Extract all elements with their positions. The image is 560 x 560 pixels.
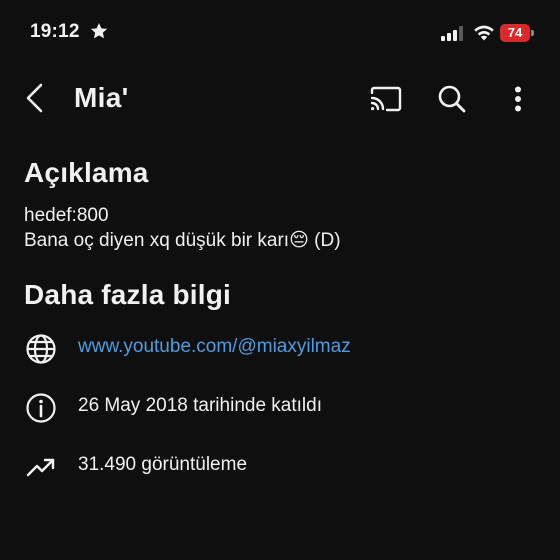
description-line: Bana oç diyen xq düşük bir karı😔 (D) <box>24 230 341 251</box>
trending-icon <box>24 450 58 484</box>
status-bar: 19:12 74 <box>0 0 560 66</box>
info-row-link: www.youtube.com/@miaxyilmaz <box>0 328 560 368</box>
cast-button[interactable] <box>366 84 406 114</box>
description-line: hedef:800 <box>24 205 109 226</box>
search-button[interactable] <box>434 82 470 116</box>
globe-icon <box>24 332 58 366</box>
search-icon <box>438 85 466 113</box>
battery-icon: 74 <box>500 24 535 42</box>
back-arrow-icon <box>26 83 43 113</box>
back-button[interactable] <box>18 80 52 116</box>
channel-link[interactable]: www.youtube.com/@miaxyilmaz <box>78 336 351 358</box>
battery-body: 74 <box>500 24 530 42</box>
info-row-joined: 26 May 2018 tarihinde katıldı <box>0 387 560 427</box>
joined-date: 26 May 2018 tarihinde katıldı <box>78 395 322 416</box>
more-info-heading: Daha fazla bilgi <box>24 279 232 310</box>
page-title: Mia' <box>74 82 129 113</box>
wifi-icon <box>474 25 494 41</box>
more-options-button[interactable] <box>504 82 532 116</box>
app-header: Mia' <box>0 70 560 126</box>
status-time: 19:12 <box>30 21 80 42</box>
more-vertical-icon <box>515 86 521 112</box>
cast-icon <box>370 86 402 112</box>
view-count: 31.490 görüntüleme <box>78 454 248 475</box>
info-icon <box>24 391 58 425</box>
signal-icon <box>441 26 463 41</box>
battery-percent: 74 <box>507 25 523 40</box>
battery-cap <box>531 30 534 36</box>
star-icon <box>90 23 108 39</box>
description-heading: Açıklama <box>24 157 149 188</box>
info-row-views: 31.490 görüntüleme <box>0 446 560 486</box>
